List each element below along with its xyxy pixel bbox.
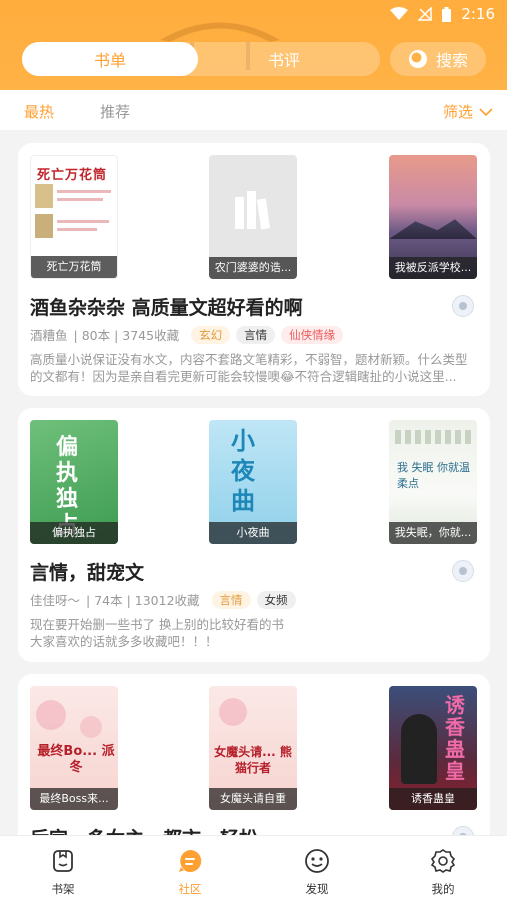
book-cover[interactable]: 偏执独占 偏执独占 (30, 420, 118, 544)
booklist-stats: | 80本 | 3745收藏 (73, 328, 180, 343)
booklist-card[interactable]: 死亡万花筒 死亡万花筒 农门婆婆的诰... 我被反派学校... 酒鱼杂杂杂 高质… (18, 143, 490, 396)
booklist-card[interactable]: 偏执独占 偏执独占 小夜曲 小夜曲 我 失眠 你就温柔点 我失眠，你就... 言… (18, 408, 490, 662)
nav-bookshelf[interactable]: 书架 (18, 842, 108, 897)
booklist-title: 酒鱼杂杂杂 高质量文超好看的啊 (30, 297, 303, 319)
filter-bar: 最热 推荐 筛选 (0, 90, 507, 130)
battery-icon (442, 6, 452, 22)
cover-title-text: 我 失眠 你就温柔点 (397, 461, 470, 490)
booklist-description: 高质量小说保证没有水文，内容不套路文笔精彩，不弱智，题材新颖。什么类型的文都有！… (30, 352, 468, 384)
book-cover[interactable]: 诱香蛊皇 诱香蛊皇 (389, 686, 477, 810)
booklist-author[interactable]: 佳佳呀～ (30, 590, 80, 609)
sort-hottest[interactable]: 最热 (24, 101, 54, 122)
tag[interactable]: 言情 (211, 590, 251, 609)
wifi-icon (390, 7, 409, 20)
cover-title-text: 最终Bo... 派冬 (37, 744, 115, 775)
cover-caption: 女魔头请自重 (209, 788, 297, 810)
search-label: 搜索 (435, 51, 468, 70)
book-placeholder-icon (235, 191, 271, 230)
bottom-nav: 书架 社区 发现 我的 (0, 835, 507, 903)
booklist-description: 现在要开始删一些书了 换上别的比较好看的书 大家喜欢的话就多多收藏吧！！！ (30, 617, 284, 649)
book-cover[interactable]: 农门婆婆的诰... (209, 155, 297, 279)
book-cover[interactable]: 我 失眠 你就温柔点 我失眠，你就... (389, 420, 477, 544)
cover-caption: 农门婆婆的诰... (209, 257, 297, 279)
cover-caption: 小夜曲 (209, 522, 297, 544)
avatar[interactable] (452, 560, 474, 582)
booklist-stats: | 74本 | 13012收藏 (86, 593, 200, 608)
nav-discover[interactable]: 发现 (272, 842, 362, 897)
nav-label: 我的 (431, 882, 455, 896)
nav-community[interactable]: 社区 (145, 842, 235, 897)
cover-title-text: 小夜曲 (231, 426, 255, 515)
tag[interactable]: 仙侠情缘 (281, 325, 344, 344)
booklist-card[interactable]: 最终Bo... 派冬 最终Boss来... 女魔头请... 熊猫行者 女魔头请自… (18, 674, 490, 854)
no-signal-icon (418, 7, 433, 21)
tab-booklist[interactable]: 书单 (22, 42, 198, 76)
cover-caption: 偏执独占 (30, 522, 118, 544)
search-button[interactable]: 搜索 (390, 42, 486, 76)
book-cover[interactable]: 死亡万花筒 死亡万花筒 (30, 155, 118, 279)
book-cover[interactable]: 女魔头请... 熊猫行者 女魔头请自重 (209, 686, 297, 810)
discover-icon (305, 849, 329, 873)
avatar[interactable] (452, 295, 474, 317)
community-icon (179, 849, 202, 872)
booklist-title: 言情，甜宠文 (30, 562, 145, 584)
status-bar: 2:16 (390, 4, 495, 24)
search-icon (408, 50, 427, 68)
tab-book-review[interactable]: 书评 (218, 42, 350, 76)
nav-me[interactable]: 我的 (398, 842, 488, 897)
book-cover[interactable]: 最终Bo... 派冬 最终Boss来... (30, 686, 118, 810)
bookshelf-icon (53, 850, 73, 872)
nav-label: 社区 (178, 882, 202, 896)
tag[interactable]: 女频 (256, 590, 296, 609)
book-cover[interactable]: 小夜曲 小夜曲 (209, 420, 297, 544)
top-header: 2:16 书单 书评 搜索 (0, 0, 507, 90)
nav-label: 书架 (51, 882, 75, 896)
book-cover[interactable]: 我被反派学校... (389, 155, 477, 279)
nav-label: 发现 (305, 882, 329, 896)
tag[interactable]: 言情 (236, 325, 276, 344)
chevron-down-icon (479, 107, 493, 116)
booklist-meta: 酒糟鱼 | 80本 | 3745收藏 玄幻 言情 仙侠情缘 (30, 325, 344, 344)
status-time: 2:16 (461, 5, 495, 23)
cover-title-text: 女魔头请... 熊猫行者 (214, 745, 292, 775)
booklist-meta: 佳佳呀～ | 74本 | 13012收藏 言情 女频 (30, 590, 296, 609)
cover-caption: 我被反派学校... (389, 257, 477, 279)
filter-label: 筛选 (442, 103, 473, 121)
filter-button[interactable]: 筛选 (443, 101, 493, 122)
cover-caption: 死亡万花筒 (31, 256, 117, 278)
tag[interactable]: 玄幻 (191, 325, 231, 344)
cover-caption: 我失眠，你就... (389, 522, 477, 544)
cover-title-text: 诱香蛊皇 (445, 693, 465, 783)
cover-caption: 最终Boss来... (30, 788, 118, 810)
settings-icon (430, 849, 456, 873)
sort-recommended[interactable]: 推荐 (100, 101, 130, 122)
booklist-author[interactable]: 酒糟鱼 (30, 325, 68, 344)
tab-switcher: 书单 书评 (22, 42, 380, 76)
cover-title-text: 死亡万花筒 (37, 168, 108, 183)
cover-caption: 诱香蛊皇 (389, 788, 477, 810)
